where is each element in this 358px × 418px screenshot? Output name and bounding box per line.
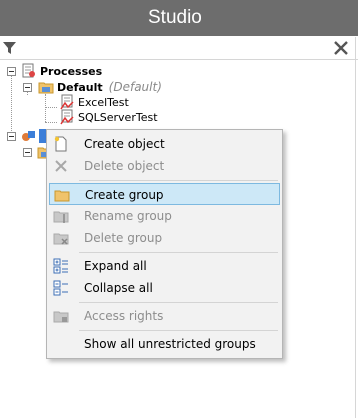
delete-x-icon: [55, 160, 67, 172]
tree-node-label: ExcelTest: [78, 95, 129, 109]
folder-icon: [38, 82, 54, 94]
tree-line: [45, 107, 57, 108]
title-bar: Studio: [0, 0, 358, 36]
expand-all-icon: [53, 258, 68, 274]
context-menu: Create object Delete object Create group…: [46, 129, 283, 359]
collapse-toggle[interactable]: [7, 67, 16, 76]
menu-item-label: Delete group: [84, 231, 163, 245]
rename-folder-icon: [53, 211, 69, 223]
filter-bar[interactable]: [0, 37, 358, 60]
collapse-all-icon: [53, 280, 68, 296]
new-folder-icon: [54, 190, 70, 202]
tree-node-item[interactable]: ExcelTest: [59, 94, 129, 110]
menu-item-label: Show all unrestricted groups: [84, 337, 256, 351]
menu-item-access-rights[interactable]: Access rights: [49, 305, 280, 327]
menu-item-label: Access rights: [84, 309, 164, 323]
close-icon[interactable]: [333, 40, 349, 56]
tree-line: [45, 94, 46, 122]
menu-item-expand-all[interactable]: Expand all: [49, 255, 280, 277]
tree-node-item[interactable]: SQLServerTest: [59, 109, 158, 125]
lock-folder-icon: [53, 311, 69, 323]
funnel-icon[interactable]: [3, 41, 17, 55]
menu-item-label: Expand all: [84, 259, 147, 273]
tree-node-label: Processes: [40, 64, 103, 78]
menu-item-label: Collapse all: [84, 281, 153, 295]
menu-item-label: Create group: [85, 188, 164, 202]
tree-node-label: SQLServerTest: [78, 110, 158, 124]
default-note: (Default): [108, 80, 162, 94]
objects-icon: [22, 131, 35, 141]
processes-icon: [22, 63, 35, 78]
tree-line: [11, 71, 12, 137]
menu-separator: [79, 180, 278, 181]
menu-item-collapse-all[interactable]: Collapse all: [49, 277, 280, 299]
collapse-toggle[interactable]: [23, 148, 32, 157]
menu-separator: [79, 330, 278, 331]
menu-item-label: Create object: [84, 137, 165, 151]
tree-node-processes[interactable]: Processes: [21, 63, 102, 79]
delete-folder-icon: [53, 233, 69, 245]
menu-item-rename-group[interactable]: Rename group: [49, 205, 280, 227]
menu-item-delete-object[interactable]: Delete object: [49, 155, 280, 177]
menu-item-create-group[interactable]: Create group: [49, 183, 280, 205]
panel-border: [355, 37, 356, 418]
menu-item-label: Rename group: [84, 209, 172, 223]
new-document-icon: [54, 136, 67, 152]
process-icon: [60, 94, 74, 110]
menu-item-delete-group[interactable]: Delete group: [49, 227, 280, 249]
window-title: Studio: [148, 7, 202, 28]
tree-line: [45, 122, 57, 123]
menu-separator: [79, 252, 278, 253]
menu-separator: [79, 302, 278, 303]
process-icon: [60, 109, 74, 125]
collapse-toggle[interactable]: [23, 83, 32, 92]
menu-item-show-unrestricted-groups[interactable]: Show all unrestricted groups: [49, 333, 280, 355]
tree-node-default-group[interactable]: Default (Default): [38, 79, 162, 95]
collapse-toggle[interactable]: [7, 132, 16, 141]
tree-node-label: Default: [57, 80, 103, 94]
menu-item-label: Delete object: [84, 159, 165, 173]
menu-item-create-object[interactable]: Create object: [49, 133, 280, 155]
